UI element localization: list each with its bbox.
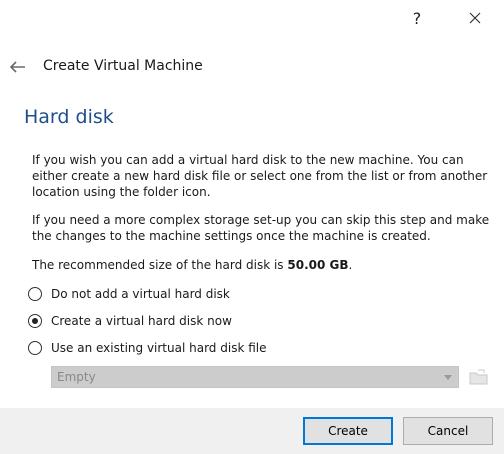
recommended-size-text: The recommended size of the hard disk is… xyxy=(32,257,492,273)
option-label: Use an existing virtual hard disk file xyxy=(51,341,267,355)
help-icon: ? xyxy=(412,8,422,28)
option-label: Create a virtual hard disk now xyxy=(51,314,232,328)
description-paragraph: If you need a more complex storage set-u… xyxy=(32,213,490,243)
close-icon xyxy=(469,12,481,24)
description-paragraph: If you wish you can add a virtual hard d… xyxy=(32,153,488,199)
option-create-disk[interactable]: Create a virtual hard disk now xyxy=(28,312,232,330)
create-button[interactable]: Create xyxy=(303,417,393,445)
disk-file-select-value: Empty xyxy=(57,370,96,384)
disk-file-select[interactable]: Empty xyxy=(51,366,459,388)
page-title: Hard disk xyxy=(24,106,114,128)
close-button[interactable] xyxy=(458,0,492,36)
radio-button-selected[interactable] xyxy=(28,314,42,328)
option-label: Do not add a virtual hard disk xyxy=(51,287,230,301)
wizard-title: Create Virtual Machine xyxy=(43,58,203,74)
help-button[interactable]: ? xyxy=(400,0,434,36)
radio-button[interactable] xyxy=(28,287,42,301)
option-existing-disk[interactable]: Use an existing virtual hard disk file xyxy=(28,339,266,357)
chevron-down-icon xyxy=(444,375,452,380)
wizard-header: Create Virtual Machine xyxy=(0,52,504,82)
option-no-disk[interactable]: Do not add a virtual hard disk xyxy=(28,285,230,303)
cancel-button[interactable]: Cancel xyxy=(403,417,493,445)
button-bar: Create Cancel xyxy=(0,408,504,454)
title-bar: ? xyxy=(0,0,504,36)
choose-disk-file-button[interactable] xyxy=(467,366,491,388)
back-arrow-icon[interactable] xyxy=(8,60,26,74)
recommended-size-prefix: The recommended size of the hard disk is xyxy=(32,258,288,272)
recommended-size-suffix: . xyxy=(348,258,353,272)
recommended-size-value: 50.00 GB xyxy=(287,258,349,272)
folder-icon xyxy=(469,369,488,385)
radio-button[interactable] xyxy=(28,341,42,355)
